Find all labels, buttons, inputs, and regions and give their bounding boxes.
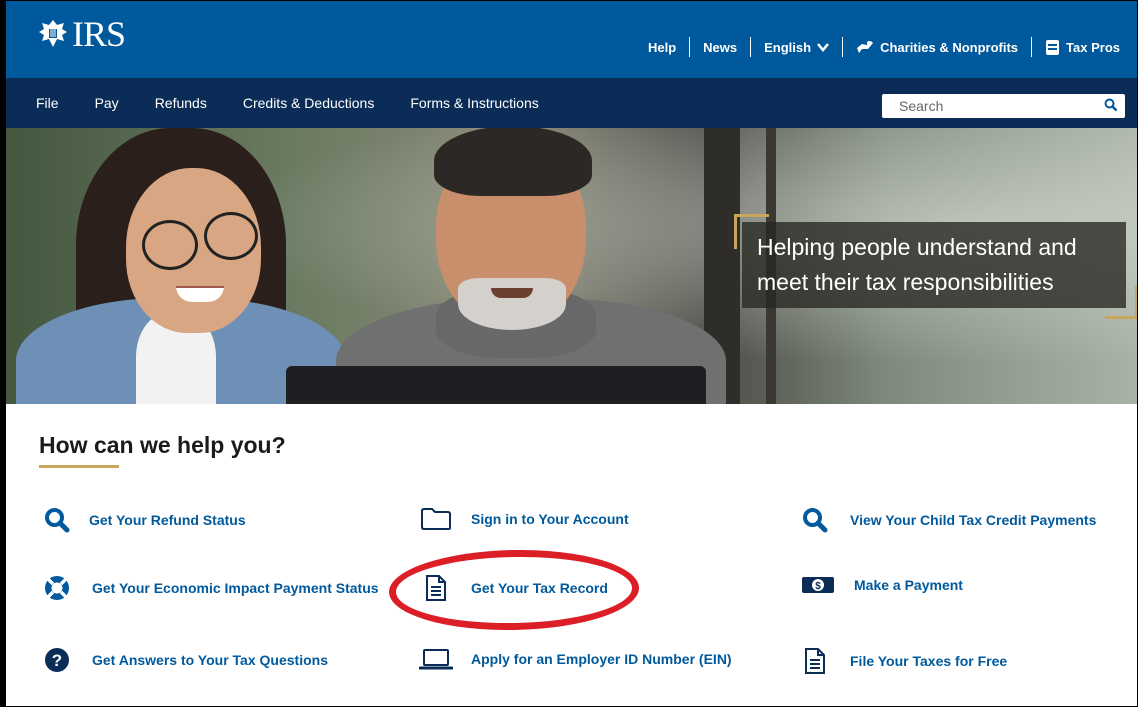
task-label: Make a Payment xyxy=(854,577,963,593)
page-frame: IRS Help News English Charities & Nonpro… xyxy=(0,0,1138,707)
document-icon xyxy=(798,647,832,675)
nav-credits-deductions[interactable]: Credits & Deductions xyxy=(243,95,375,111)
search-icon xyxy=(40,507,74,533)
task-make-payment[interactable]: $ Make a Payment xyxy=(801,574,963,596)
task-economic-impact[interactable]: Get Your Economic Impact Payment Status xyxy=(40,574,379,602)
book-icon xyxy=(1046,39,1060,55)
task-label: File Your Taxes for Free xyxy=(850,653,1008,669)
search-input[interactable] xyxy=(882,95,1109,117)
task-refund-status[interactable]: Get Your Refund Status xyxy=(40,507,246,533)
nav-refunds[interactable]: Refunds xyxy=(155,95,207,111)
svg-text:?: ? xyxy=(52,651,62,670)
heading-underline xyxy=(39,465,119,468)
search-box xyxy=(882,94,1125,118)
task-label: Apply for an Employer ID Number (EIN) xyxy=(471,651,732,667)
tagline-corner-bottom xyxy=(1105,286,1137,319)
question-icon: ? xyxy=(40,647,74,673)
task-label: Get Your Refund Status xyxy=(89,512,246,528)
charities-link[interactable]: Charities & Nonprofits xyxy=(843,39,1031,55)
task-label: Get Your Economic Impact Payment Status xyxy=(92,580,379,596)
hero-tagline: Helping people understand and meet their… xyxy=(742,222,1126,308)
laptop-icon xyxy=(419,647,453,671)
task-sign-in[interactable]: Sign in to Your Account xyxy=(419,507,629,531)
search-icon[interactable] xyxy=(1104,98,1118,112)
top-bar: IRS Help News English Charities & Nonpro… xyxy=(6,1,1137,78)
laptop-image xyxy=(286,366,706,404)
search-icon xyxy=(798,507,832,533)
logo-wordmark: IRS xyxy=(72,14,126,54)
task-label: Get Answers to Your Tax Questions xyxy=(92,652,328,668)
task-file-free[interactable]: File Your Taxes for Free xyxy=(798,647,1007,675)
help-link[interactable]: Help xyxy=(635,40,689,55)
task-child-tax-credit[interactable]: View Your Child Tax Credit Payments xyxy=(798,507,1096,533)
document-icon xyxy=(419,574,453,602)
help-heading: How can we help you? xyxy=(39,432,286,458)
task-label: Get Your Tax Record xyxy=(471,580,608,596)
task-label: Sign in to Your Account xyxy=(471,511,629,527)
nav-pay[interactable]: Pay xyxy=(95,95,119,111)
nav-forms-instructions[interactable]: Forms & Instructions xyxy=(410,95,538,111)
svg-text:$: $ xyxy=(815,581,821,592)
task-apply-ein[interactable]: Apply for an Employer ID Number (EIN) xyxy=(419,647,732,671)
folder-icon xyxy=(419,507,453,531)
chevron-down-icon xyxy=(817,42,830,52)
tax-pros-link[interactable]: Tax Pros xyxy=(1032,39,1133,56)
task-label: View Your Child Tax Credit Payments xyxy=(850,512,1097,528)
language-dropdown[interactable]: English xyxy=(751,40,842,55)
lifebuoy-icon xyxy=(40,574,74,602)
tagline-line-1: Helping people understand and xyxy=(757,234,1077,260)
task-tax-questions[interactable]: ? Get Answers to Your Tax Questions xyxy=(40,647,328,673)
nav-file[interactable]: File xyxy=(36,95,59,111)
tax-pros-label: Tax Pros xyxy=(1066,39,1120,55)
cash-icon: $ xyxy=(801,574,835,596)
charities-label: Charities & Nonprofits xyxy=(880,39,1019,55)
tagline-line-2: meet their tax responsibilities xyxy=(757,269,1054,295)
news-link[interactable]: News xyxy=(690,40,750,55)
irs-logo[interactable]: IRS xyxy=(36,14,126,54)
utility-nav: Help News English Charities & Nonprofits xyxy=(635,37,1133,57)
task-tax-record[interactable]: Get Your Tax Record xyxy=(419,574,608,602)
eagle-logo-icon xyxy=(39,20,67,47)
language-label: English xyxy=(764,39,812,55)
helping-hand-icon xyxy=(857,41,874,53)
